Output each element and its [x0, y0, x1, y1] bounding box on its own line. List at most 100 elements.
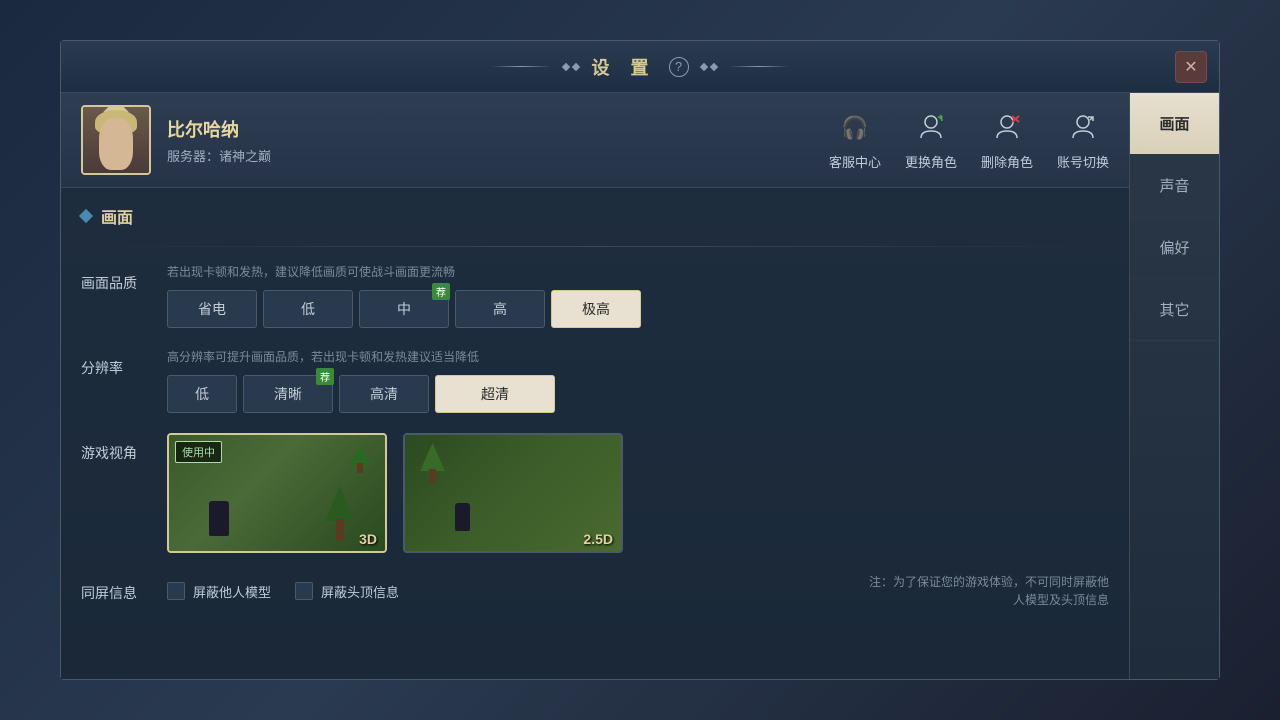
res-low-label: 低	[195, 386, 209, 402]
section-divider	[81, 246, 1109, 247]
section-title: 画面	[81, 204, 1109, 228]
low-label: 低	[301, 301, 315, 317]
quality-medium[interactable]: 中 荐	[359, 290, 449, 328]
checkbox-row: 屏蔽他人模型 屏蔽头顶信息 注：为了保证您的游戏体验，不可同时屏蔽他人模型及头顶…	[167, 573, 1109, 609]
avatar-image	[83, 107, 149, 173]
profile-server: 服务器：诸神之巅	[167, 146, 271, 165]
delete-character-button[interactable]: 删除角色	[981, 110, 1033, 171]
profile-info: 比尔哈纳 服务器：诸神之巅	[167, 116, 271, 165]
high-label: 高	[493, 301, 507, 317]
hide-heads-box	[295, 582, 313, 600]
onscreen-right: 屏蔽他人模型 屏蔽头顶信息 注：为了保证您的游戏体验，不可同时屏蔽他人模型及头顶…	[167, 573, 1109, 609]
medium-badge: 荐	[432, 283, 450, 300]
delete-char-label: 删除角色	[981, 152, 1033, 171]
tab-other[interactable]: 其它	[1130, 279, 1219, 341]
view-right: 使用中 3D	[167, 433, 1109, 553]
tree-decoration-2	[420, 443, 445, 483]
tree-trunk	[336, 519, 344, 541]
res-ultra-hd-label: 超清	[481, 386, 509, 402]
change-char-label: 更换角色	[905, 152, 957, 171]
profile-actions: 🎧 客服中心 更换角色	[829, 110, 1109, 171]
quality-high[interactable]: 高	[455, 290, 545, 328]
quality-row: 画面品质 若出现卡顿和发热，建议降低画质可使战斗画面更流畅 省电 低 中	[81, 263, 1109, 328]
tab-display-label: 画面	[1159, 116, 1189, 133]
tree-top-2	[420, 443, 445, 471]
tab-display[interactable]: 画面	[1130, 93, 1219, 155]
onscreen-note: 注：为了保证您的游戏体验，不可同时屏蔽他人模型及头顶信息	[859, 573, 1109, 609]
switch-account-label: 账号切换	[1057, 152, 1109, 171]
tab-sound[interactable]: 声音	[1130, 155, 1219, 217]
view-label: 游戏视角	[81, 433, 151, 463]
title-dot	[572, 62, 580, 70]
view-active-label: 使用中	[175, 441, 222, 463]
quality-low[interactable]: 低	[263, 290, 353, 328]
settings-modal: 设 置 ? ✕	[60, 40, 1220, 680]
switch-account-button[interactable]: 账号切换	[1057, 110, 1109, 171]
resolution-ultra-hd[interactable]: 超清	[435, 375, 555, 413]
content-panel: 比尔哈纳 服务器：诸神之巅 🎧 客服中心	[61, 93, 1129, 679]
quality-label: 画面品质	[81, 263, 151, 293]
tree-small-trunk	[357, 463, 363, 473]
tree-trunk-2	[429, 469, 436, 483]
close-button[interactable]: ✕	[1175, 51, 1207, 83]
profile-name: 比尔哈纳	[167, 116, 271, 142]
tree-small-top	[350, 445, 370, 465]
resolution-hd[interactable]: 高清	[339, 375, 429, 413]
hide-heads-checkbox[interactable]: 屏蔽头顶信息	[295, 582, 399, 601]
resolution-hint: 高分辨率可提升画面品质，若出现卡顿和发热建议适当降低	[167, 348, 1109, 365]
ultra-label: 极高	[582, 301, 610, 317]
tree-small	[350, 445, 370, 473]
hide-heads-label: 屏蔽头顶信息	[321, 582, 399, 601]
view-options: 使用中 3D	[167, 433, 1109, 553]
char-silhouette-1	[209, 501, 229, 536]
title-dot	[699, 62, 707, 70]
res-clear-label: 清晰	[274, 386, 302, 402]
main-area: 比尔哈纳 服务器：诸神之巅 🎧 客服中心	[61, 93, 1219, 679]
medium-label: 中	[397, 301, 411, 317]
char-skin	[99, 118, 133, 170]
sidebar-tabs: 画面 声音 偏好 其它	[1129, 93, 1219, 679]
quality-buttons: 省电 低 中 荐 高	[167, 290, 1109, 328]
title-dot	[709, 62, 717, 70]
tab-preference[interactable]: 偏好	[1130, 217, 1219, 279]
view-2-5d-button[interactable]: 2.5D	[403, 433, 623, 553]
modal-title: 设 置	[591, 54, 656, 80]
res-clear-badge: 荐	[316, 368, 334, 385]
tab-other-label: 其它	[1159, 302, 1189, 319]
customer-service-button[interactable]: 🎧 客服中心	[829, 110, 881, 171]
section-label: 画面	[101, 204, 133, 228]
title-dots-left	[563, 64, 579, 70]
avatar	[81, 105, 151, 175]
view-row: 游戏视角	[81, 433, 1109, 553]
change-char-icon	[913, 110, 949, 146]
res-hd-label: 高清	[370, 386, 398, 402]
quality-ultra[interactable]: 极高	[551, 290, 641, 328]
tree-decoration	[325, 486, 355, 541]
view-2-5d-label: 2.5D	[583, 531, 613, 547]
title-line: 设 置 ?	[491, 54, 788, 80]
power-save-label: 省电	[198, 301, 226, 317]
hide-models-checkbox[interactable]: 屏蔽他人模型	[167, 582, 271, 601]
view-3d-label: 3D	[359, 531, 377, 547]
title-bar: 设 置 ? ✕	[61, 41, 1219, 93]
change-character-button[interactable]: 更换角色	[905, 110, 957, 171]
resolution-label: 分辨率	[81, 348, 151, 378]
section-diamond-icon	[79, 209, 93, 223]
quality-right: 若出现卡顿和发热，建议降低画质可使战斗画面更流畅 省电 低 中 荐	[167, 263, 1109, 328]
resolution-clear[interactable]: 清晰 荐	[243, 375, 333, 413]
customer-service-label: 客服中心	[829, 152, 881, 171]
settings-content: 画面 画面品质 若出现卡顿和发热，建议降低画质可使战斗画面更流畅 省电 低	[61, 188, 1129, 679]
tab-preference-label: 偏好	[1159, 240, 1189, 257]
title-line-left	[491, 66, 551, 67]
hide-models-label: 屏蔽他人模型	[193, 582, 271, 601]
quality-power-save[interactable]: 省电	[167, 290, 257, 328]
resolution-low[interactable]: 低	[167, 375, 237, 413]
profile-bar: 比尔哈纳 服务器：诸神之巅 🎧 客服中心	[61, 93, 1129, 188]
delete-char-icon	[989, 110, 1025, 146]
view-3d-button[interactable]: 使用中 3D	[167, 433, 387, 553]
char-silhouette-2	[455, 503, 470, 531]
help-button[interactable]: ?	[669, 57, 689, 77]
resolution-row: 分辨率 高分辨率可提升画面品质，若出现卡顿和发热建议适当降低 低 清晰 荐	[81, 348, 1109, 413]
resolution-buttons: 低 清晰 荐 高清 超清	[167, 375, 1109, 413]
title-line-right	[729, 66, 789, 67]
